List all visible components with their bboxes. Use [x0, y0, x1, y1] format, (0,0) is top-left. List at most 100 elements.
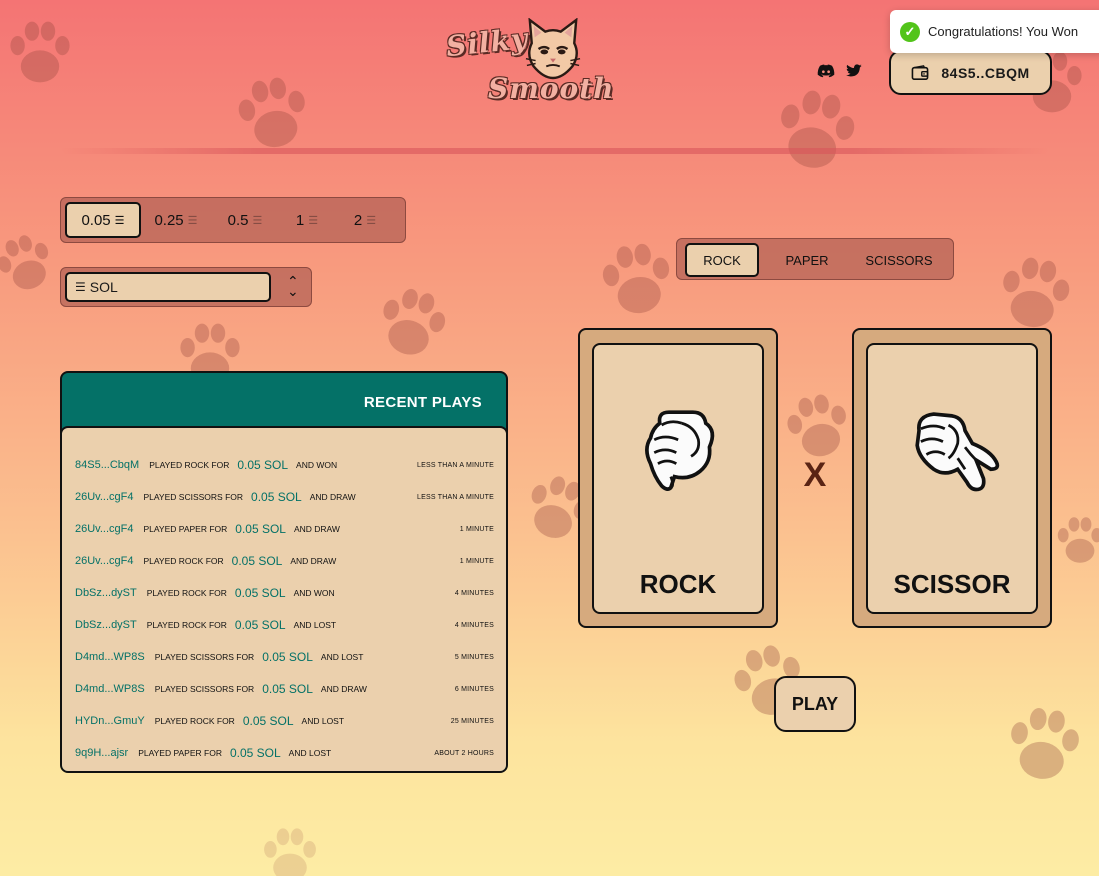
sol-icon: ☰ [366, 214, 377, 227]
play-action: PLAYED PAPER FOR [138, 748, 222, 758]
paw-icon [586, 228, 688, 330]
play-result: AND DRAW [290, 556, 337, 566]
play-time: 5 MINUTES [454, 653, 494, 661]
twitter-icon[interactable] [845, 64, 863, 78]
play-result: AND WON [293, 588, 335, 598]
play-time: ABOUT 2 HOURS [434, 749, 494, 757]
list-item: 9q9H...ajsr PLAYED PAPER FOR 0.05 SOL AN… [75, 744, 494, 762]
play-time: 25 MINUTES [450, 717, 494, 725]
player-wallet[interactable]: DbSz...dyST [75, 619, 137, 631]
amount-option-2[interactable]: 2 ☰ [335, 202, 395, 238]
play-amount: 0.05 SOL [262, 682, 313, 696]
play-time: 1 MINUTE [459, 557, 494, 565]
rock-hand-icon [645, 410, 715, 491]
play-result: AND LOST [288, 748, 332, 758]
player-wallet[interactable]: D4md...WP8S [75, 683, 145, 695]
choice-scissors[interactable]: SCISSORS [857, 243, 941, 277]
wallet-address: 84S5..CBQM [941, 64, 1030, 81]
paw-icon [992, 692, 1096, 796]
paw-icon [0, 12, 80, 92]
play-time: 4 MINUTES [454, 621, 494, 629]
play-amount: 0.05 SOL [251, 490, 302, 504]
sol-icon: ☰ [187, 214, 198, 227]
list-item: D4md...WP8S PLAYED SCISSORS FOR 0.05 SOL… [75, 648, 494, 666]
play-amount: 0.05 SOL [231, 554, 283, 568]
play-time: 4 MINUTES [454, 589, 494, 597]
amount-option-0.5[interactable]: 0.5 ☰ [211, 202, 279, 238]
play-amount: 0.05 SOL [229, 746, 281, 760]
play-result: AND DRAW [309, 492, 356, 502]
toast-message: Congratulations! You Won [928, 24, 1079, 39]
recent-plays-list: 84S5...CbqM PLAYED ROCK FOR 0.05 SOL AND… [62, 426, 506, 771]
player-wallet[interactable]: 9q9H...ajsr [75, 747, 128, 759]
player-wallet[interactable]: 26Uv...cgF4 [75, 491, 134, 503]
token-label: SOL [89, 279, 118, 295]
player-wallet[interactable]: 26Uv...cgF4 [75, 555, 134, 567]
amount-value: 0.25 [154, 211, 184, 229]
play-result: AND LOST [320, 652, 364, 662]
amount-option-0.05[interactable]: 0.05 ☰ [65, 202, 141, 238]
token-select[interactable]: ☰ SOL ⌃ ⌄ [60, 267, 312, 307]
play-amount: 0.05 SOL [234, 618, 286, 632]
header-divider [60, 148, 1050, 154]
recent-plays-panel: RECENT PLAYS 84S5...CbqM PLAYED ROCK FOR… [60, 371, 508, 773]
sol-icon: ☰ [75, 280, 86, 294]
logo-text-silky: Silky [444, 21, 530, 64]
amount-value: 0.05 [81, 211, 111, 229]
play-button[interactable]: PLAY [774, 676, 856, 732]
player-wallet[interactable]: D4md...WP8S [75, 651, 145, 663]
list-item: 26Uv...cgF4 PLAYED ROCK FOR 0.05 SOL AND… [75, 552, 494, 570]
play-amount: 0.05 SOL [237, 458, 289, 472]
sol-icon: ☰ [114, 214, 125, 227]
play-time: LESS THAN A MINUTE [417, 461, 494, 469]
player-wallet[interactable]: 26Uv...cgF4 [75, 523, 134, 535]
play-amount: 0.05 SOL [242, 714, 294, 728]
choice-selector: ROCK PAPER SCISSORS [676, 238, 954, 280]
sol-icon: ☰ [308, 214, 319, 227]
play-action: PLAYED ROCK FOR [143, 556, 224, 566]
play-action: PLAYED ROCK FOR [146, 588, 227, 598]
logo[interactable]: Silky Smooth [442, 18, 614, 114]
amount-value: 0.5 [227, 211, 249, 229]
amount-option-1[interactable]: 1 ☰ [279, 202, 335, 238]
list-item: 26Uv...cgF4 PLAYED PAPER FOR 0.05 SOL AN… [75, 520, 494, 538]
wallet-icon [912, 64, 929, 80]
player-card-face: ROCK [592, 343, 764, 614]
amount-option-0.25[interactable]: 0.25 ☰ [141, 202, 211, 238]
play-time: LESS THAN A MINUTE [417, 493, 494, 501]
play-action: PLAYED SCISSORS FOR [143, 492, 244, 502]
cat-mascot-icon [525, 18, 581, 80]
play-action: PLAYED PAPER FOR [143, 524, 228, 534]
amount-value: 1 [295, 211, 305, 229]
play-amount: 0.05 SOL [235, 522, 286, 536]
play-result: AND WON [296, 460, 338, 470]
player-wallet[interactable]: 84S5...CbqM [75, 459, 139, 471]
play-time: 6 MINUTES [454, 685, 494, 693]
token-select-value[interactable]: ☰ SOL [65, 272, 271, 302]
choice-rock[interactable]: ROCK [685, 243, 759, 277]
recent-plays-title: RECENT PLAYS [363, 394, 482, 411]
scissors-hand-icon [915, 412, 1000, 492]
play-result: AND LOST [293, 620, 337, 630]
play-result: AND DRAW [293, 524, 340, 534]
wallet-button[interactable]: 84S5..CBQM [889, 50, 1052, 95]
choice-paper[interactable]: PAPER [767, 243, 847, 277]
paw-icon [1050, 500, 1099, 580]
bet-amount-selector: 0.05 ☰ 0.25 ☰ 0.5 ☰ 1 ☰ 2 ☰ [60, 197, 406, 243]
player-wallet[interactable]: DbSz...dyST [75, 587, 137, 599]
opponent-card-face: SCISSOR [866, 343, 1038, 614]
paw-icon [757, 71, 876, 190]
player-wallet[interactable]: HYDn...GmuY [75, 715, 145, 727]
list-item: 26Uv...cgF4 PLAYED SCISSORS FOR 0.05 SOL… [75, 488, 494, 506]
opponent-card-label: SCISSOR [893, 569, 1011, 599]
list-item: DbSz...dyST PLAYED ROCK FOR 0.05 SOL AND… [75, 616, 494, 634]
success-toast[interactable]: ✓ Congratulations! You Won [890, 10, 1099, 53]
discord-icon[interactable] [817, 64, 835, 78]
player-card-label: ROCK [639, 569, 717, 599]
chevron-updown-icon[interactable]: ⌃ ⌄ [287, 275, 299, 299]
check-circle-icon: ✓ [900, 21, 920, 42]
play-amount: 0.05 SOL [262, 650, 313, 664]
list-item: 84S5...CbqM PLAYED ROCK FOR 0.05 SOL AND… [75, 456, 494, 474]
paw-icon [250, 820, 330, 876]
play-action: PLAYED SCISSORS FOR [154, 684, 255, 694]
